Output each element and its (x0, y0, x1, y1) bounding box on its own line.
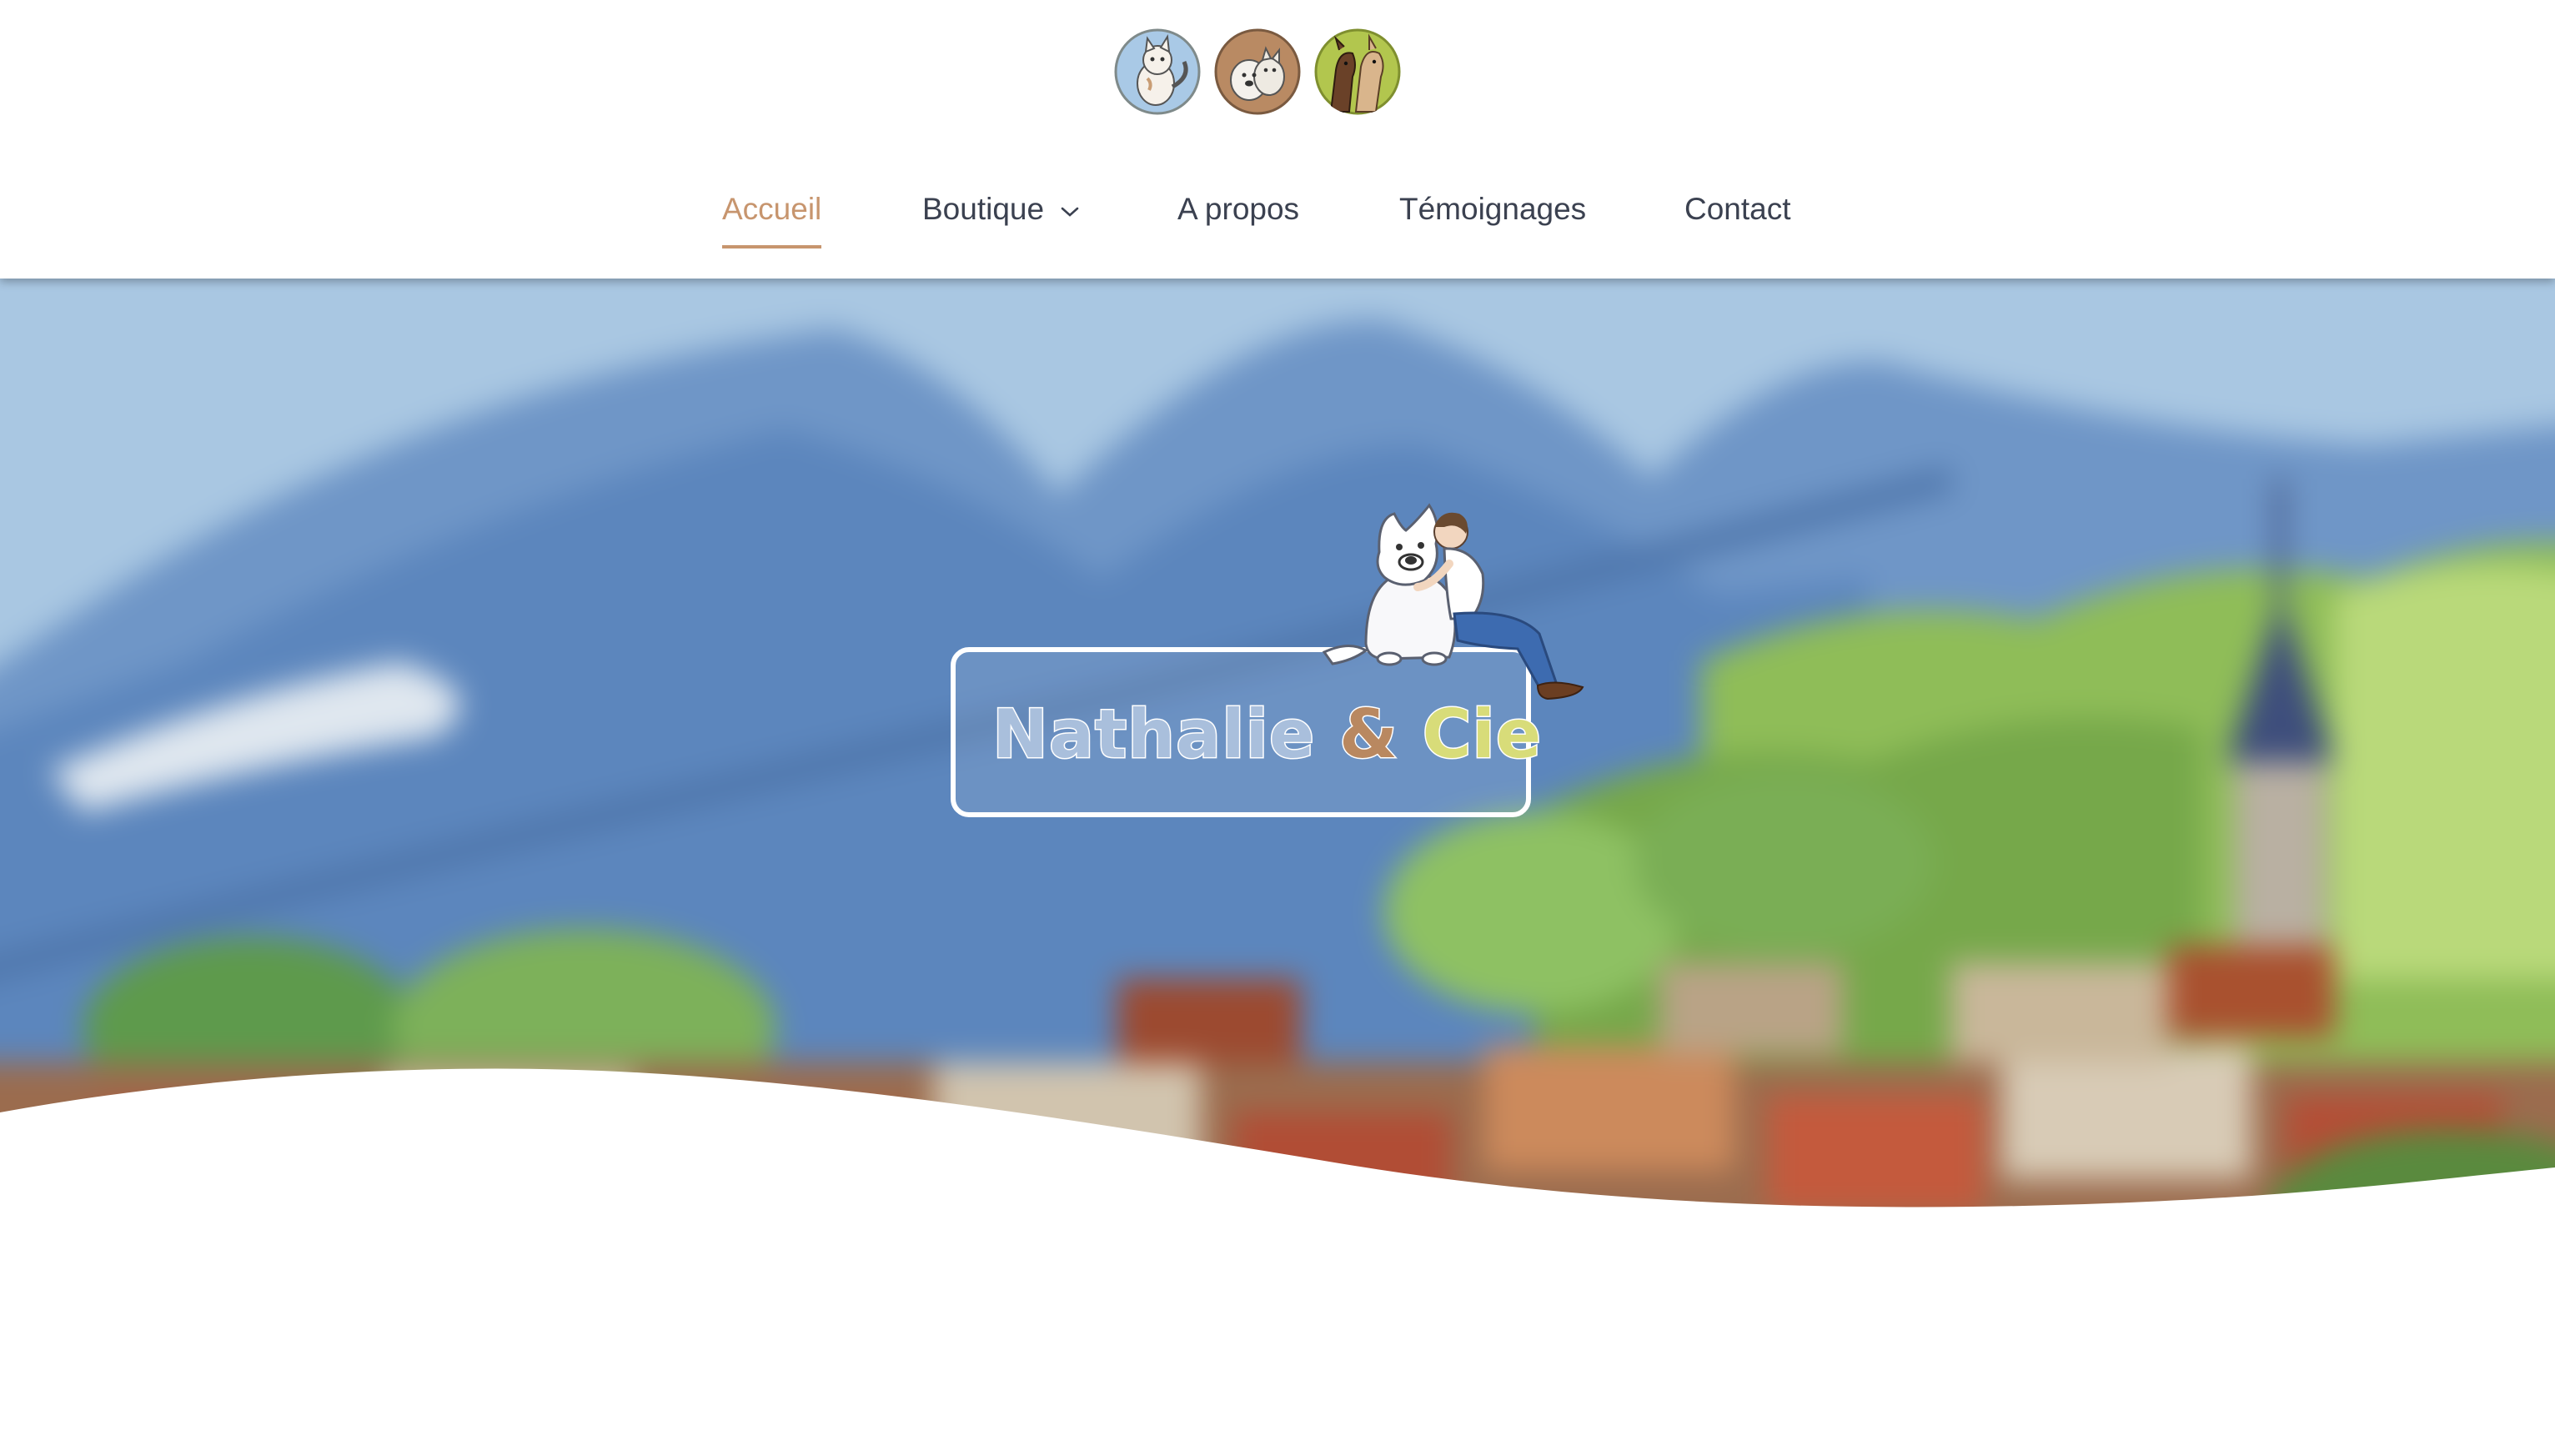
page: Accueil Boutique A propos Témoignages Co… (0, 0, 2555, 1456)
nav-item-label: Témoignages (1399, 192, 1587, 226)
content-area (0, 1212, 2555, 1456)
nav-item-boutique[interactable]: Boutique (922, 192, 1079, 228)
nav-item-label: Boutique (922, 192, 1045, 226)
nav-item-contact[interactable]: Contact (1684, 192, 1791, 227)
mascot-illustration (1322, 503, 1584, 700)
nav-item-label: Contact (1684, 192, 1791, 226)
nav-item-label: Accueil (722, 192, 822, 226)
nav-item-accueil[interactable]: Accueil (722, 192, 822, 249)
site-header: Accueil Boutique A propos Témoignages Co… (0, 0, 2555, 279)
site-logo[interactable] (1114, 22, 1406, 147)
nav-item-a-propos[interactable]: A propos (1177, 192, 1299, 227)
main-nav: Accueil Boutique A propos Témoignages Co… (0, 173, 2555, 257)
chevron-down-icon[interactable] (1061, 190, 1079, 225)
horses-logo-icon (1314, 28, 1401, 115)
nav-item-temoignages[interactable]: Témoignages (1399, 192, 1586, 227)
nav-item-label: A propos (1177, 192, 1300, 226)
cat-logo-icon (1114, 28, 1201, 115)
dogs-logo-icon (1214, 28, 1301, 115)
brand-name-part1: Nathalie (991, 695, 1316, 775)
active-nav-underline (722, 245, 822, 249)
